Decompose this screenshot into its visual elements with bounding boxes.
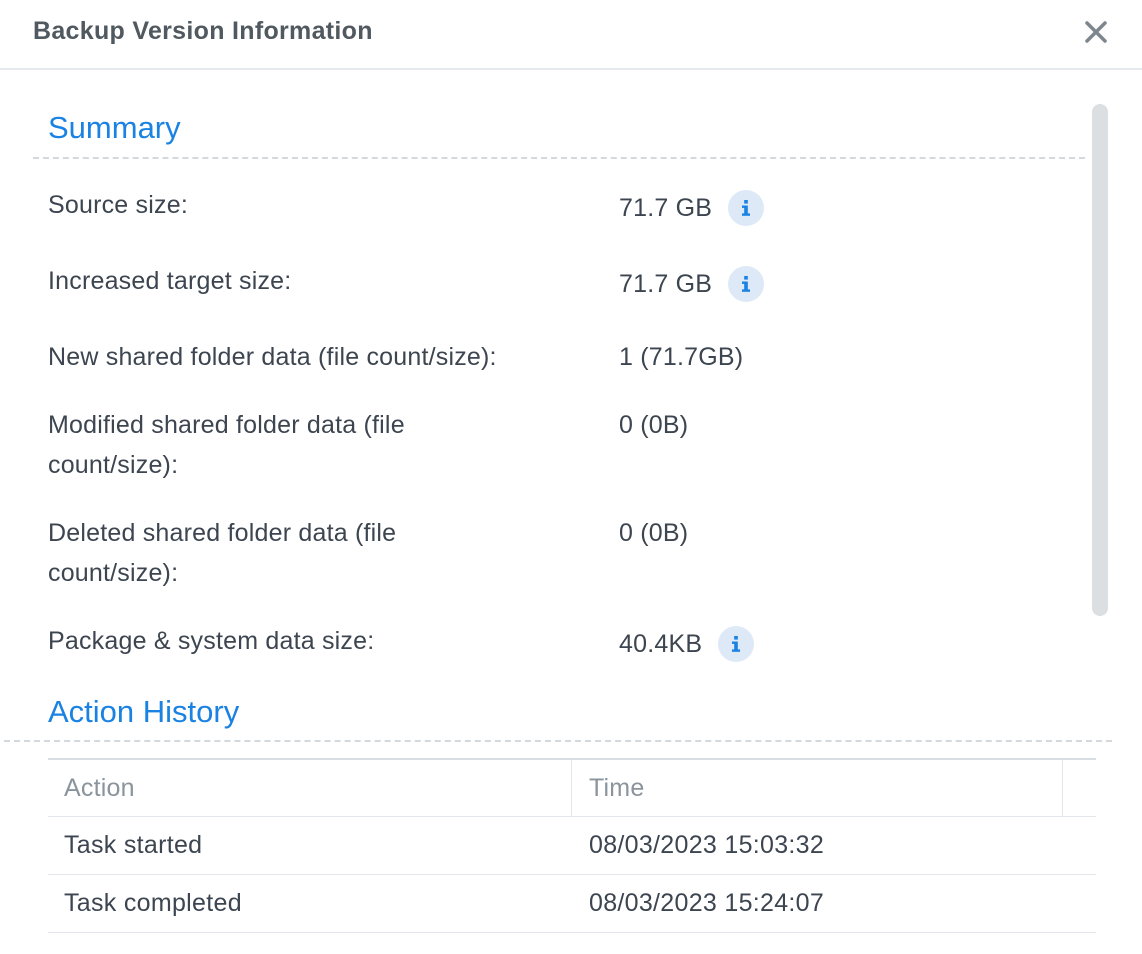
dialog-title-bar[interactable]: Backup Version Information [0, 0, 1142, 70]
source-size-label: Source size: [48, 191, 188, 219]
time-cell: 08/03/2023 15:03:32 [589, 831, 825, 859]
increased-target-size-text: 71.7 GB [619, 270, 713, 298]
table-row[interactable]: Task started 08/03/2023 15:03:32 [48, 817, 1096, 875]
increased-target-size-info-icon[interactable] [728, 266, 765, 302]
dialog-content[interactable]: Summary Source size: 71.7 GB Increased t… [0, 72, 1142, 954]
close-icon [1085, 21, 1107, 43]
increased-target-size-value: 71.7 GB [619, 264, 765, 304]
column-separator[interactable] [1062, 760, 1063, 816]
action-cell: Task started [64, 831, 203, 859]
modified-shared-folder-data-text: 0 (0B) [619, 411, 689, 439]
source-size-text: 71.7 GB [619, 194, 713, 222]
summary-divider [33, 157, 1085, 159]
close-button[interactable] [1078, 14, 1114, 50]
package-system-data-size-label: Package & system data size: [48, 627, 375, 655]
deleted-shared-folder-data-label: Deleted shared folder data (file count/s… [48, 519, 397, 587]
vertical-scrollbar[interactable] [1092, 104, 1108, 616]
package-system-data-size-text: 40.4KB [619, 630, 703, 658]
action-cell: Task completed [64, 889, 242, 917]
new-shared-folder-data-value: 1 (71.7GB) [619, 337, 743, 377]
time-cell: 08/03/2023 15:24:07 [589, 889, 825, 917]
column-separator[interactable] [571, 760, 572, 816]
deleted-shared-folder-data-text: 0 (0B) [619, 519, 689, 547]
backup-version-dialog: Backup Version Information Summary Sourc… [0, 0, 1142, 954]
modified-shared-folder-data-value: 0 (0B) [619, 405, 688, 445]
new-shared-folder-data-label: New shared folder data (file count/size)… [48, 343, 497, 371]
modified-shared-folder-data-label: Modified shared folder data (file count/… [48, 411, 405, 479]
summary-section-title: Summary [48, 110, 181, 145]
column-header-action[interactable]: Action [64, 760, 135, 816]
source-size-value: 71.7 GB [619, 188, 765, 228]
action-history-divider [4, 740, 1112, 742]
new-shared-folder-data-text: 1 (71.7GB) [619, 343, 744, 371]
table-row[interactable]: Task completed 08/03/2023 15:24:07 [48, 875, 1096, 933]
deleted-shared-folder-data-value: 0 (0B) [619, 513, 688, 553]
dialog-title: Backup Version Information [33, 17, 373, 45]
action-history-section-title: Action History [48, 694, 240, 729]
package-system-data-size-value: 40.4KB [619, 624, 755, 664]
package-system-data-size-info-icon[interactable] [718, 626, 755, 662]
increased-target-size-label: Increased target size: [48, 267, 292, 295]
source-size-info-icon[interactable] [728, 190, 765, 226]
column-header-time[interactable]: Time [589, 760, 644, 816]
action-history-table: Action Time Task started 08/03/2023 15:0… [48, 758, 1096, 933]
table-header: Action Time [48, 760, 1096, 817]
